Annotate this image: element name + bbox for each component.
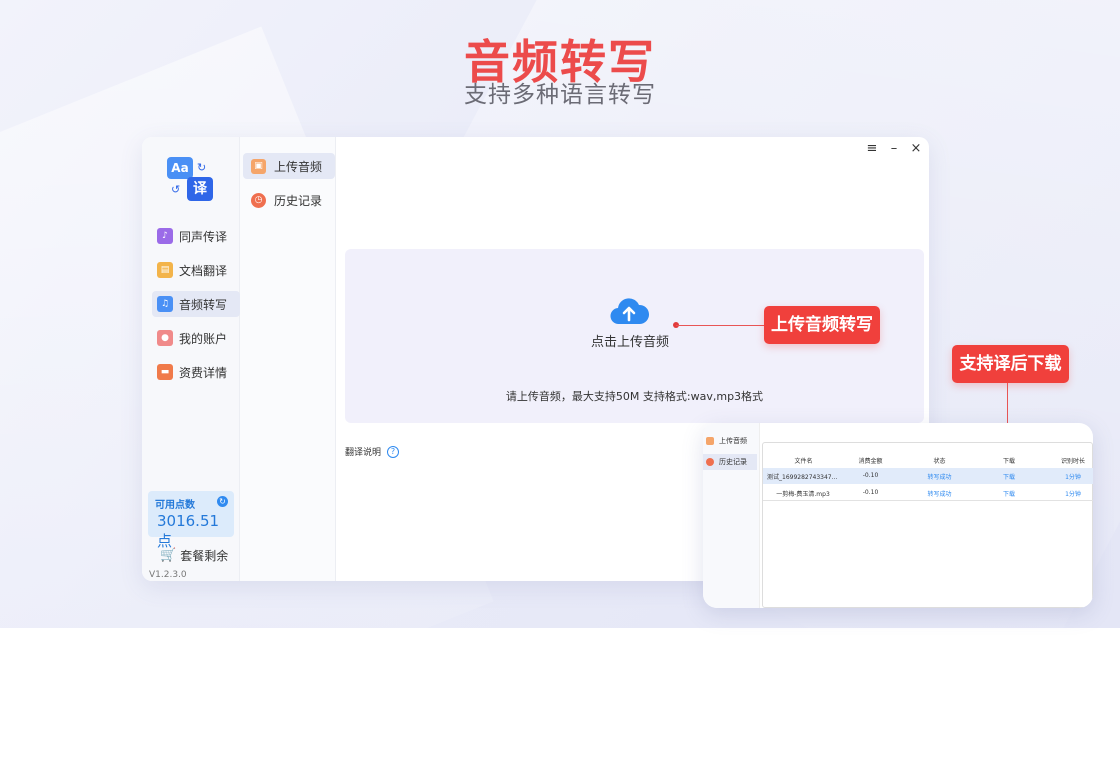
headset-icon: ♪	[157, 228, 173, 244]
document-icon: ▤	[157, 262, 173, 278]
upload-folder-icon	[706, 437, 714, 445]
ticket-icon: ▬	[157, 364, 173, 380]
audio-folder-icon: ♫	[157, 296, 173, 312]
window-controls: ≡ – ×	[865, 141, 923, 156]
history-table: 文件名 消费金额 状态 下载 识别时长 测试_1699282743347... …	[762, 442, 1093, 608]
sidebar-item-label: 同声传译	[179, 229, 228, 244]
logo-aa-badge: Aa	[167, 157, 193, 179]
preview-item-label: 上传音频	[719, 437, 747, 445]
version-label: V1.2.3.0	[149, 570, 187, 580]
sidebar-item-label: 文档翻译	[179, 263, 228, 278]
sidebar-item-audio-transcription[interactable]: ♫ 音频转写	[152, 291, 240, 317]
callout-connector	[676, 325, 764, 326]
available-points-card: 可用点数 ↻ 3016.51点	[148, 491, 234, 550]
column-header-status: 状态	[933, 458, 946, 465]
logo-translate-badge: 译	[187, 177, 213, 201]
sidebar-item-pricing[interactable]: ▬ 资费详情	[152, 359, 240, 385]
cell-duration: 1分钟	[1065, 474, 1081, 481]
table-header-row: 文件名 消费金额 状态 下载 识别时长	[763, 452, 1093, 468]
callout-upload: 上传音频转写	[764, 306, 880, 344]
column-header-duration: 识别时长	[1060, 458, 1085, 465]
sidebar-item-label: 音频转写	[179, 297, 228, 312]
sidebar-item-label: 我的账户	[179, 331, 228, 346]
logo-arrow-icon: ↻	[197, 161, 207, 174]
table-row[interactable]: 一剪梅-费玉清.mp3 -0.10 转写成功 下载 1分钟	[763, 485, 1093, 501]
translation-notes-label: 翻译说明	[345, 448, 382, 458]
page-subtitle: 支持多种语言转写	[464, 82, 656, 108]
column-header-download: 下载	[1002, 458, 1015, 465]
sidebar-item-my-account[interactable]: ● 我的账户	[152, 325, 240, 351]
cell-cost: -0.10	[862, 472, 879, 479]
upload-hint: 请上传音频，最大支持50M 支持格式:wav,mp3格式	[505, 390, 764, 403]
cell-filename: 测试_1699282743347...	[767, 474, 838, 481]
history-preview-window: 上传音频 历史记录 文件名 消费金额 状态 下载 识别时长 测试_1699282…	[703, 423, 1093, 608]
download-link[interactable]: 下载	[989, 472, 1029, 481]
refresh-icon[interactable]: ↻	[217, 496, 228, 507]
sidebar-item-label: 资费详情	[179, 365, 228, 380]
cell-cost: -0.10	[862, 489, 879, 496]
help-icon[interactable]: ?	[387, 445, 400, 458]
sidebar-item-simultaneous-interpretation[interactable]: ♪ 同声传译	[152, 223, 240, 249]
menu-icon[interactable]: ≡	[865, 141, 879, 156]
package-label: 套餐剩余	[180, 549, 229, 563]
subnav-item-label: 上传音频	[274, 159, 323, 174]
clock-icon	[706, 458, 714, 466]
points-value: 3016.51点	[157, 512, 220, 550]
main-sidebar: Aa 译 ↻ ↺ ♪ 同声传译 ▤ 文档翻译 ♫ 音频转写 ● 我的账户 ▬ 资…	[142, 137, 240, 581]
download-link[interactable]: 下载	[989, 489, 1029, 498]
preview-sidebar: 上传音频 历史记录	[703, 423, 760, 608]
translation-notes: 翻译说明 ?	[345, 445, 400, 458]
subnav-item-label: 历史记录	[274, 193, 323, 208]
subnav-item-upload-audio[interactable]: ▣ 上传音频	[243, 153, 335, 179]
upload-audio-label[interactable]: 点击上传音频	[575, 331, 685, 350]
upload-folder-icon: ▣	[251, 158, 266, 174]
column-header-filename: 文件名	[794, 458, 813, 465]
cell-duration: 1分钟	[1065, 491, 1081, 498]
preview-item-label: 历史记录	[719, 458, 747, 466]
clock-icon: ◷	[251, 192, 266, 208]
cart-icon: 🛒	[160, 548, 177, 563]
app-logo: Aa 译 ↻ ↺	[167, 157, 215, 203]
callout-download: 支持译后下载	[952, 345, 1069, 383]
preview-item-upload-audio[interactable]: 上传音频	[703, 433, 757, 449]
cell-filename: 一剪梅-费玉清.mp3	[776, 491, 830, 498]
logo-arrow-icon: ↺	[171, 183, 181, 196]
cell-status: 转写成功	[927, 474, 952, 481]
table-row[interactable]: 测试_1699282743347... -0.10 转写成功 下载 1分钟	[763, 468, 1093, 484]
minimize-icon[interactable]: –	[887, 141, 901, 156]
user-icon: ●	[157, 330, 173, 346]
column-header-cost: 消费金额	[858, 458, 883, 465]
sub-sidebar: ▣ 上传音频 ◷ 历史记录	[240, 137, 336, 581]
subnav-item-history[interactable]: ◷ 历史记录	[243, 187, 335, 213]
sidebar-item-document-translation[interactable]: ▤ 文档翻译	[152, 257, 240, 283]
points-label: 可用点数	[155, 500, 195, 511]
cell-status: 转写成功	[927, 491, 952, 498]
package-remaining-button[interactable]: 🛒 套餐剩余	[160, 547, 228, 564]
preview-item-history[interactable]: 历史记录	[703, 454, 757, 470]
close-icon[interactable]: ×	[909, 141, 923, 156]
cloud-upload-icon	[610, 298, 649, 325]
